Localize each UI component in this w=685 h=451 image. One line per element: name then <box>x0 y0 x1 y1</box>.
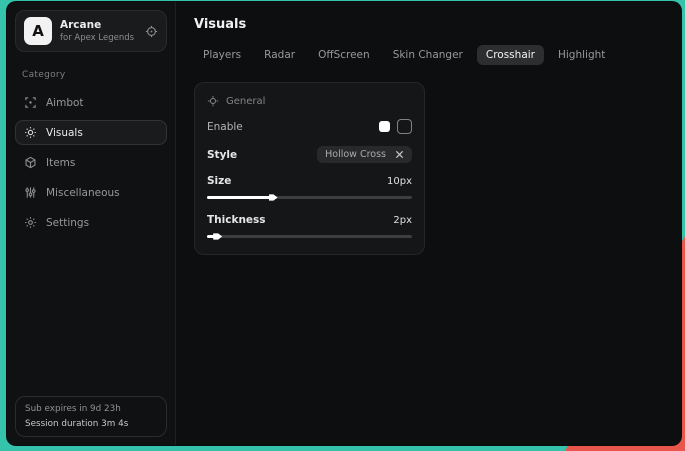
sidebar-item-settings[interactable]: Settings <box>15 210 167 235</box>
visuals-eye-icon <box>24 126 37 139</box>
sidebar-item-visuals[interactable]: Visuals <box>15 120 167 145</box>
size-value: 10px <box>387 176 412 187</box>
category-label: Category <box>22 70 167 80</box>
color-swatch[interactable] <box>379 121 390 132</box>
style-value: Hollow Cross <box>325 149 386 160</box>
clear-x-icon[interactable] <box>395 150 404 159</box>
size-slider-thumb[interactable] <box>269 193 278 202</box>
sidebar-item-aimbot[interactable]: Aimbot <box>15 90 167 115</box>
tab-radar[interactable]: Radar <box>255 45 304 65</box>
panel-header: General <box>207 95 412 107</box>
tab-bar: Players Radar OffScreen Skin Changer Cro… <box>194 45 663 65</box>
items-cube-icon <box>24 156 37 169</box>
tab-highlight[interactable]: Highlight <box>549 45 614 65</box>
sidebar-item-label: Visuals <box>46 127 83 139</box>
thickness-label: Thickness <box>207 214 266 226</box>
slider-track <box>207 235 412 238</box>
misc-sliders-icon <box>24 186 37 199</box>
thickness-row: Thickness 2px <box>207 214 412 226</box>
aimbot-crosshair-icon <box>24 96 37 109</box>
sidebar-item-miscellaneous[interactable]: Miscellaneous <box>15 180 167 205</box>
sidebar: A Arcane for Apex Legends Category Aimbo <box>7 2 176 445</box>
enable-row: Enable <box>207 119 412 134</box>
enable-label: Enable <box>207 121 243 133</box>
style-label: Style <box>207 149 237 161</box>
style-row: Style Hollow Cross <box>207 146 412 163</box>
tab-skin-changer[interactable]: Skin Changer <box>384 45 472 65</box>
app-window: A Arcane for Apex Legends Category Aimbo <box>7 2 681 445</box>
slider-fill <box>207 196 271 199</box>
style-select[interactable]: Hollow Cross <box>317 146 412 163</box>
sidebar-item-label: Settings <box>46 217 89 229</box>
tab-players[interactable]: Players <box>194 45 250 65</box>
profile-card: A Arcane for Apex Legends <box>15 10 167 52</box>
sidebar-item-label: Aimbot <box>46 97 84 109</box>
thickness-value: 2px <box>393 215 412 226</box>
sidebar-item-label: Miscellaneous <box>46 187 120 199</box>
general-panel: General Enable Style Hollow Cross <box>194 82 425 255</box>
thickness-slider-thumb[interactable] <box>213 232 222 241</box>
target-icon[interactable] <box>145 25 158 38</box>
sidebar-item-label: Items <box>46 157 75 169</box>
sub-expires-text: Sub expires in 9d 23h <box>25 404 157 414</box>
enable-checkbox[interactable] <box>397 119 412 134</box>
app-name: Arcane <box>60 19 137 31</box>
app-logo: A <box>24 17 52 45</box>
page-title: Visuals <box>194 17 663 32</box>
session-duration-text: Session duration 3m 4s <box>25 419 157 429</box>
size-slider[interactable] <box>207 193 412 202</box>
sidebar-item-items[interactable]: Items <box>15 150 167 175</box>
size-label: Size <box>207 175 231 187</box>
size-row: Size 10px <box>207 175 412 187</box>
profile-text: Arcane for Apex Legends <box>60 19 137 43</box>
tab-crosshair[interactable]: Crosshair <box>477 45 544 65</box>
tab-offscreen[interactable]: OffScreen <box>309 45 379 65</box>
general-crosshair-icon <box>207 95 219 107</box>
subscription-status-box: Sub expires in 9d 23h Session duration 3… <box>15 396 167 437</box>
main-content: Visuals Players Radar OffScreen Skin Cha… <box>176 2 681 445</box>
panel-title: General <box>226 96 265 107</box>
thickness-slider[interactable] <box>207 232 412 241</box>
app-subtitle: for Apex Legends <box>60 33 137 43</box>
settings-gear-icon <box>24 216 37 229</box>
